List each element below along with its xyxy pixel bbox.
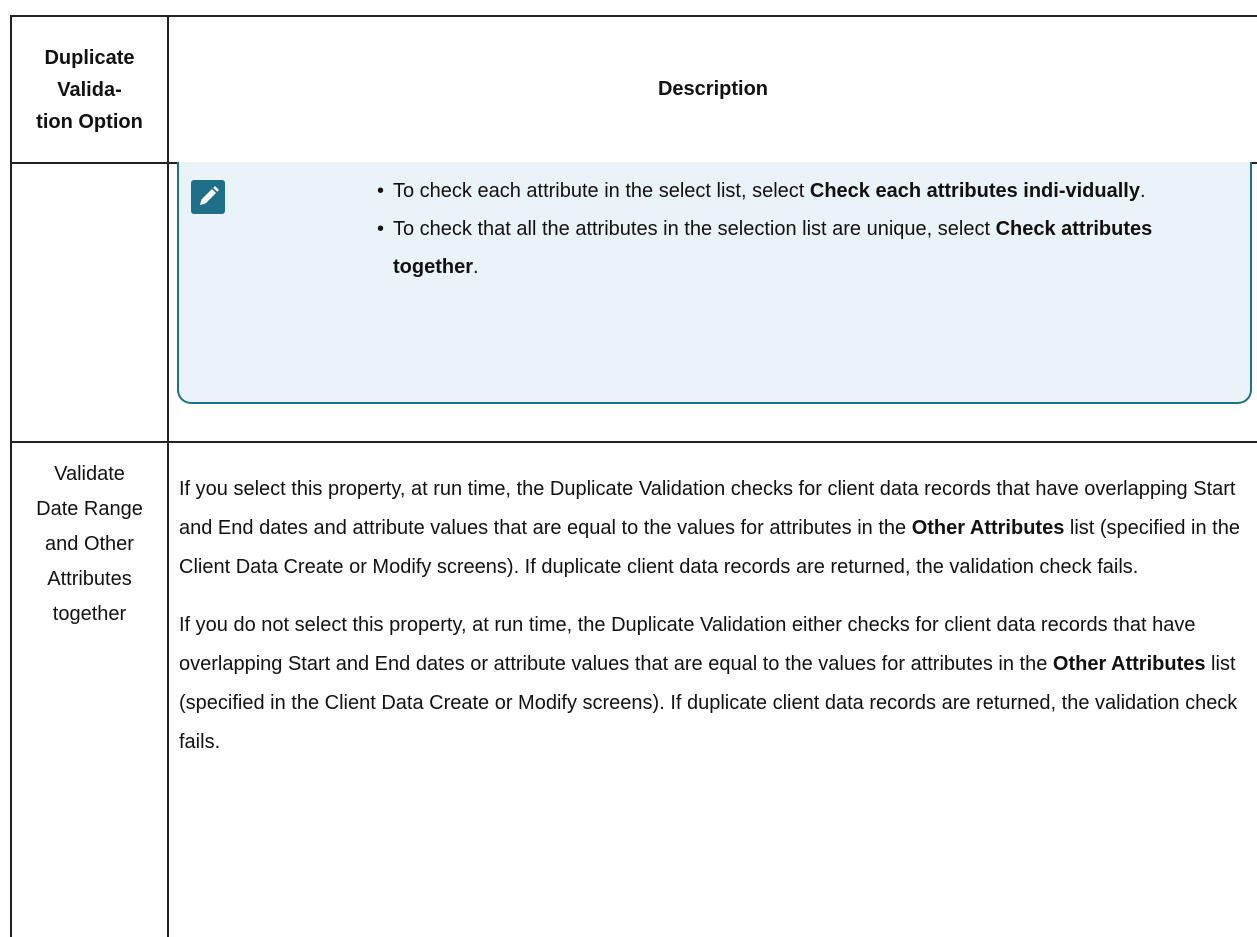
row-divider xyxy=(12,441,1257,443)
option-line: together xyxy=(52,602,127,625)
paragraph-bold: Other Attributes xyxy=(1052,653,1206,675)
option-cell: Validate Date Range and Other Attributes… xyxy=(12,463,167,625)
header-option-line: tion Option xyxy=(36,110,143,133)
header-option-line: Valida- xyxy=(57,78,122,101)
header-description-label: Description xyxy=(657,78,769,100)
description-cell: If you select this property, at run time… xyxy=(179,470,1254,781)
bullet-glyph: • xyxy=(377,218,385,240)
duplicate-validation-table: Duplicate Valida- tion Option Descriptio… xyxy=(10,15,1257,937)
note-item-text: To check that all the attributes in the … xyxy=(393,218,996,240)
note-item-text: To check each attribute in the select li… xyxy=(393,180,810,202)
note-list: • To check each attribute in the select … xyxy=(369,172,1229,286)
header-option-line: Duplicate xyxy=(44,46,135,69)
header-description-cell: Description xyxy=(169,17,1257,162)
note-callout: • To check each attribute in the select … xyxy=(177,162,1252,404)
option-line: Validate xyxy=(54,462,125,485)
paragraph-bold: Other Attributes xyxy=(911,517,1065,539)
paragraph-text: If you do not select this property, at r… xyxy=(179,614,1196,675)
note-item: • To check that all the attributes in th… xyxy=(369,210,1229,286)
option-line: Attributes xyxy=(47,567,132,590)
note-item-end: . xyxy=(473,256,479,278)
description-paragraph: If you select this property, at run time… xyxy=(179,470,1254,587)
option-line: and Other xyxy=(45,532,134,555)
bullet-glyph: • xyxy=(377,180,385,202)
option-line: Date Range xyxy=(36,497,143,520)
description-paragraph: If you do not select this property, at r… xyxy=(179,606,1254,762)
pencil-note-icon xyxy=(191,180,225,214)
note-item-end: . xyxy=(1139,180,1146,202)
header-option-cell: Duplicate Valida- tion Option xyxy=(12,17,167,162)
note-item-bold: Check each attributes indi-vidually xyxy=(809,180,1140,202)
note-item: • To check each attribute in the select … xyxy=(369,172,1229,210)
